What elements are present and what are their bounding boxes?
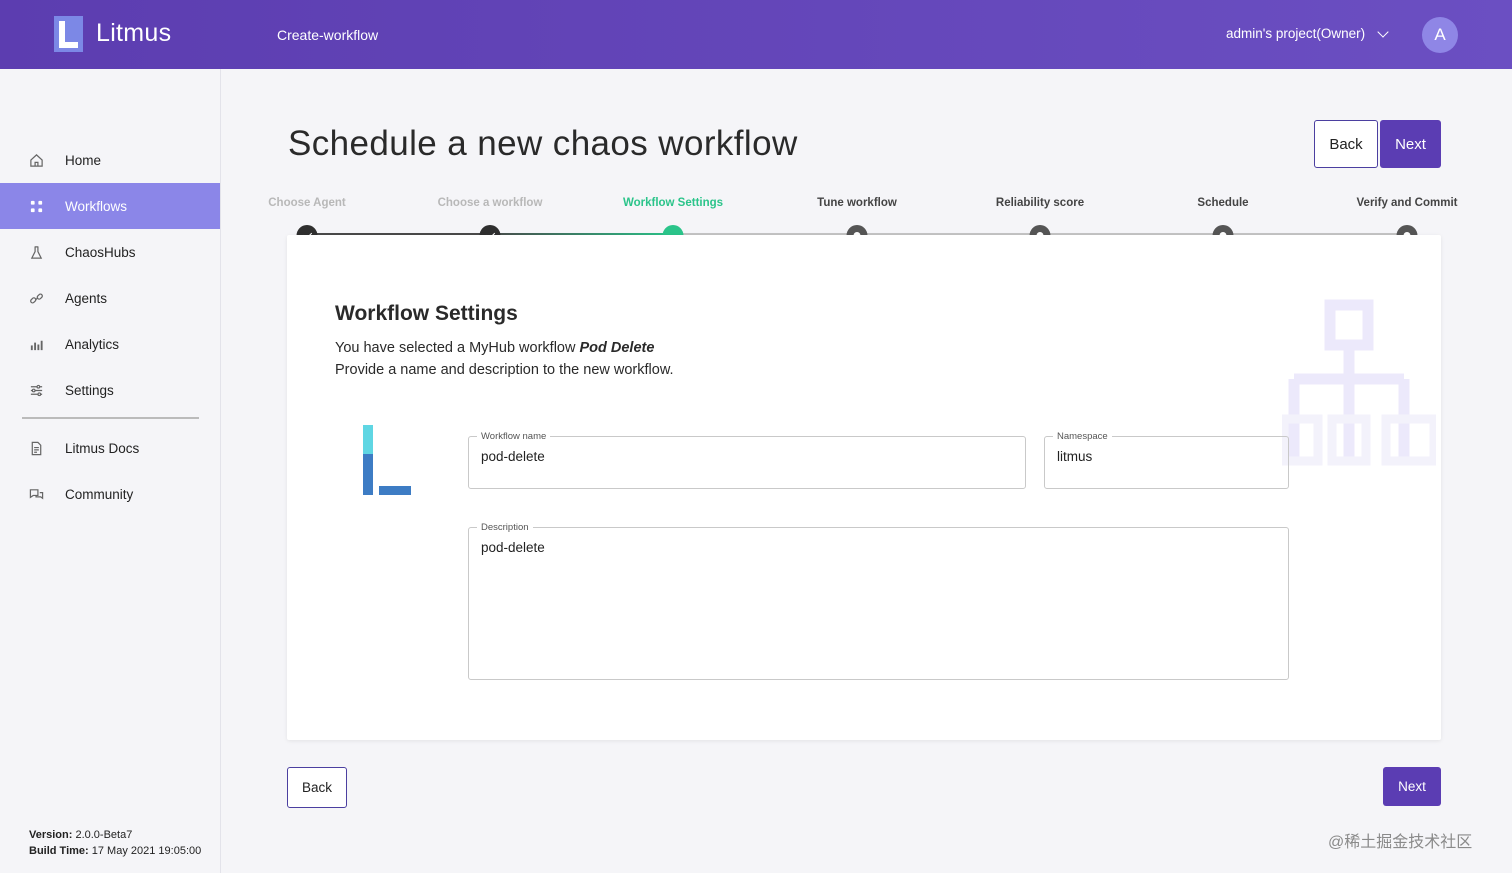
chevron-down-icon: [1377, 25, 1389, 38]
bar-chart-icon: [28, 336, 44, 352]
workflow-name-label: Workflow name: [481, 431, 547, 442]
next-button-top[interactable]: Next: [1380, 120, 1441, 168]
back-button[interactable]: Back: [287, 767, 347, 808]
sidebar-item-label: Settings: [65, 382, 114, 398]
document-icon: [28, 440, 44, 456]
home-icon: [28, 152, 44, 168]
sidebar-item-community[interactable]: Community: [0, 471, 220, 517]
sidebar-item-label: Community: [65, 486, 134, 502]
version-value: 2.0.0-Beta7: [72, 829, 133, 841]
step-label-choose-workflow: Choose a workflow: [437, 197, 543, 209]
card-title: Workflow Settings: [335, 302, 518, 325]
step-label-schedule: Schedule: [1197, 197, 1249, 209]
selected-workflow-prefix: You have selected a MyHub workflow: [335, 340, 580, 356]
page-title: Schedule a new chaos workflow: [288, 124, 798, 163]
project-name: admin's project(Owner): [1226, 26, 1366, 41]
back-button-top[interactable]: Back: [1314, 120, 1378, 168]
version-label: Version:: [29, 829, 73, 841]
version-info: Version: 2.0.0-Beta7 Build Time: 17 May …: [29, 827, 201, 859]
sidebar-item-chaoshubs[interactable]: ChaosHubs: [0, 229, 220, 275]
step-label-workflow-settings: Workflow Settings: [622, 197, 724, 209]
sidebar-item-settings[interactable]: Settings: [0, 367, 220, 413]
sidebar-item-label: Workflows: [65, 198, 128, 214]
app-title: Litmus: [96, 19, 172, 47]
build-time-value: 17 May 2021 19:05:00: [88, 845, 202, 857]
build-time-label: Build Time:: [29, 845, 89, 857]
sidebar-item-litmus-docs[interactable]: Litmus Docs: [0, 425, 220, 471]
litmus-logo-icon: [54, 16, 83, 52]
sidebar: Home Workflows ChaosHubs Agents Analytic…: [0, 69, 221, 873]
sidebar-item-label: Litmus Docs: [65, 440, 140, 456]
card-instruction-text: Provide a name and description to the ne…: [335, 362, 674, 378]
card-selected-workflow-text: You have selected a MyHub workflow Pod D…: [335, 340, 654, 356]
sidebar-item-label: Home: [65, 152, 102, 168]
workflow-name-input[interactable]: [481, 449, 1013, 464]
sliders-icon: [28, 382, 44, 398]
workflows-icon: [28, 198, 44, 214]
next-button[interactable]: Next: [1383, 767, 1441, 806]
step-label-choose-agent: Choose Agent: [268, 197, 346, 209]
namespace-input[interactable]: [1057, 449, 1276, 464]
description-field[interactable]: Description pod-delete: [468, 522, 1289, 680]
namespace-field[interactable]: Namespace: [1044, 431, 1289, 489]
top-header: Litmus Create-workflow admin's project(O…: [0, 0, 1512, 69]
description-label: Description: [481, 522, 529, 533]
workflow-name-field[interactable]: Workflow name: [468, 431, 1026, 489]
link-icon: [28, 290, 44, 306]
avatar[interactable]: A: [1422, 17, 1458, 53]
sidebar-divider: [22, 417, 199, 419]
workflow-settings-card: Workflow Settings You have selected a My…: [287, 235, 1441, 740]
breadcrumb: Create-workflow: [277, 27, 379, 43]
workflow-tree-icon: [1282, 299, 1436, 466]
step-label-tune-workflow: Tune workflow: [817, 197, 897, 209]
sidebar-item-agents[interactable]: Agents: [0, 275, 220, 321]
sidebar-item-label: Analytics: [65, 336, 120, 352]
sidebar-item-home[interactable]: Home: [0, 137, 220, 183]
chat-icon: [28, 486, 44, 502]
description-textarea[interactable]: pod-delete: [481, 540, 1276, 660]
project-selector[interactable]: admin's project(Owner): [1226, 25, 1389, 41]
namespace-label: Namespace: [1057, 431, 1108, 442]
flask-icon: [28, 244, 44, 260]
sidebar-item-label: ChaosHubs: [65, 244, 136, 260]
sidebar-item-label: Agents: [65, 290, 108, 306]
step-label-reliability-score: Reliability score: [995, 197, 1085, 209]
watermark-text: @稀土掘金技术社区: [1328, 834, 1473, 851]
step-label-verify-commit: Verify and Commit: [1356, 197, 1458, 209]
selected-workflow-name: Pod Delete: [579, 340, 655, 356]
sidebar-item-workflows[interactable]: Workflows: [0, 183, 220, 229]
sidebar-item-analytics[interactable]: Analytics: [0, 321, 220, 367]
